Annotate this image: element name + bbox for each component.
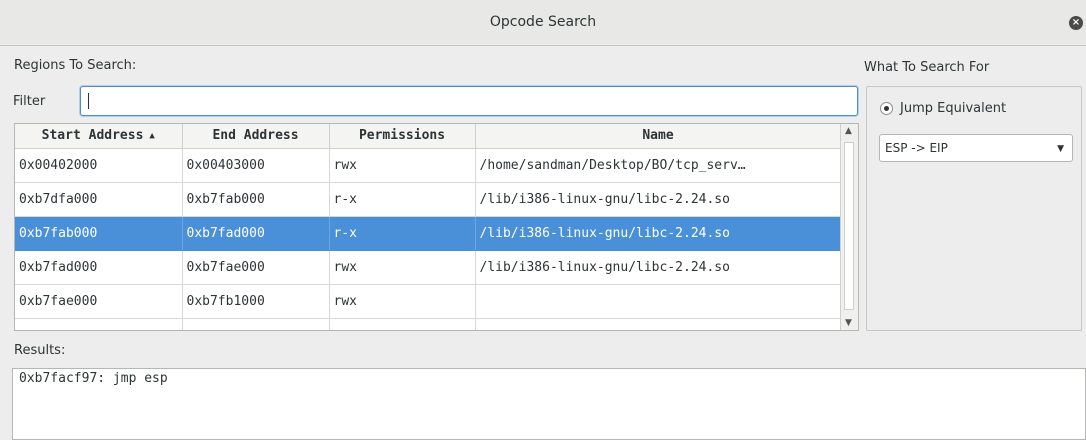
text-caret — [88, 93, 89, 109]
cell-name — [475, 284, 842, 319]
cell-name: /lib/i386-linux-gnu/libc-2.24.so — [475, 182, 842, 217]
cell-name: /lib/i386-linux-gnu/libc-2.24.so — [475, 250, 842, 285]
title-bar: Opcode Search × — [0, 0, 1086, 46]
table-row[interactable]: 0xb7dfa000 0xb7fab000 r-x /lib/i386-linu… — [15, 182, 842, 217]
table-row[interactable] — [15, 318, 842, 330]
cell-end: 0xb7fab000 — [182, 182, 330, 217]
cell-name: /lib/i386-linux-gnu/libc-2.24.so — [475, 216, 842, 251]
register-combo[interactable]: ESP -> EIP ▼ — [879, 134, 1073, 162]
results-box[interactable]: 0xb7facf97: jmp esp — [12, 368, 1086, 440]
scrollbar-thumb[interactable] — [844, 142, 854, 310]
sort-ascending-icon: ▲ — [149, 130, 155, 141]
radio-selected-icon[interactable] — [880, 102, 893, 115]
cell-end: 0xb7fae000 — [182, 250, 330, 285]
cell-permissions: rwx — [329, 284, 476, 319]
table-row[interactable]: 0xb7fae000 0xb7fb1000 rwx — [15, 284, 842, 319]
column-permissions[interactable]: Permissions — [329, 124, 476, 149]
table-row-selected[interactable]: 0xb7fab000 0xb7fad000 r-x /lib/i386-linu… — [15, 216, 842, 251]
scroll-down-icon[interactable]: ▼ — [845, 318, 852, 328]
column-name[interactable]: Name — [475, 124, 842, 149]
combo-value: ESP -> EIP — [885, 141, 948, 155]
cell-end: 0x00403000 — [182, 148, 330, 183]
filter-input[interactable] — [80, 86, 858, 116]
cell-start: 0xb7dfa000 — [15, 182, 183, 217]
jump-equivalent-label: Jump Equivalent — [900, 101, 1007, 116]
cell-start: 0xb7fab000 — [15, 216, 183, 251]
column-end-address[interactable]: End Address — [182, 124, 330, 149]
cell-permissions: rwx — [329, 148, 476, 183]
cell-permissions: r-x — [329, 182, 476, 217]
cell-start: 0xb7fad000 — [15, 250, 183, 285]
cell-name: /home/sandman/Desktop/BO/tcp_serv… — [475, 148, 842, 183]
table-header: Start Address ▲ End Address Permissions N… — [15, 124, 842, 149]
jump-equivalent-option[interactable]: Jump Equivalent — [880, 101, 1006, 116]
cell-end: 0xb7fad000 — [182, 216, 330, 251]
cell-permissions: rwx — [329, 250, 476, 285]
cell-start: 0x00402000 — [15, 148, 183, 183]
window-title: Opcode Search — [489, 14, 597, 30]
cell-start: 0xb7fae000 — [15, 284, 183, 319]
scroll-up-icon[interactable]: ▲ — [845, 126, 852, 136]
table-row[interactable]: 0x00402000 0x00403000 rwx /home/sandman/… — [15, 148, 842, 183]
close-icon[interactable]: × — [1069, 16, 1083, 30]
chevron-down-icon: ▼ — [1057, 144, 1064, 154]
search-options-panel: Jump Equivalent ESP -> EIP ▼ — [866, 86, 1082, 331]
cell-permissions: r-x — [329, 216, 476, 251]
result-line: 0xb7facf97: jmp esp — [19, 371, 168, 386]
column-start-address[interactable]: Start Address ▲ — [15, 124, 183, 149]
search-for-label: What To Search For — [864, 60, 990, 75]
filter-label: Filter — [13, 94, 46, 109]
regions-label: Regions To Search: — [14, 58, 137, 73]
cell-end: 0xb7fb1000 — [182, 284, 330, 319]
regions-table[interactable]: Start Address ▲ End Address Permissions N… — [14, 123, 859, 331]
results-label: Results: — [14, 343, 66, 358]
table-row[interactable]: 0xb7fad000 0xb7fae000 rwx /lib/i386-linu… — [15, 250, 842, 285]
table-scrollbar[interactable]: ▲ ▼ — [840, 124, 858, 330]
